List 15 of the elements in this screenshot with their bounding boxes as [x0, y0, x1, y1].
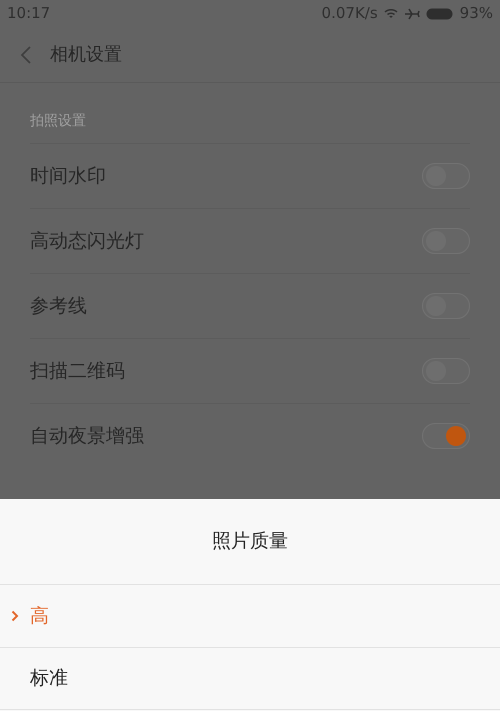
back-icon[interactable]: [20, 44, 32, 64]
setting-label: 参考线: [30, 294, 87, 319]
section-title: 拍照设置: [30, 112, 86, 131]
setting-label: 时间水印: [30, 164, 106, 189]
chevron-icon: [11, 610, 19, 622]
setting-label: 扫描二维码: [30, 358, 125, 384]
sheet-title: 照片质量: [211, 529, 289, 554]
wifi-icon: [384, 8, 398, 20]
battery-icon: [426, 6, 454, 20]
setting-label: 自动夜景增强: [30, 424, 144, 449]
setting-label: 高动态闪光灯: [30, 228, 144, 254]
toggle-switch[interactable]: [422, 423, 470, 449]
page-title: 相机设置: [50, 43, 122, 67]
airplane-icon: [404, 6, 420, 20]
quality-option[interactable]: 标准: [0, 647, 500, 710]
